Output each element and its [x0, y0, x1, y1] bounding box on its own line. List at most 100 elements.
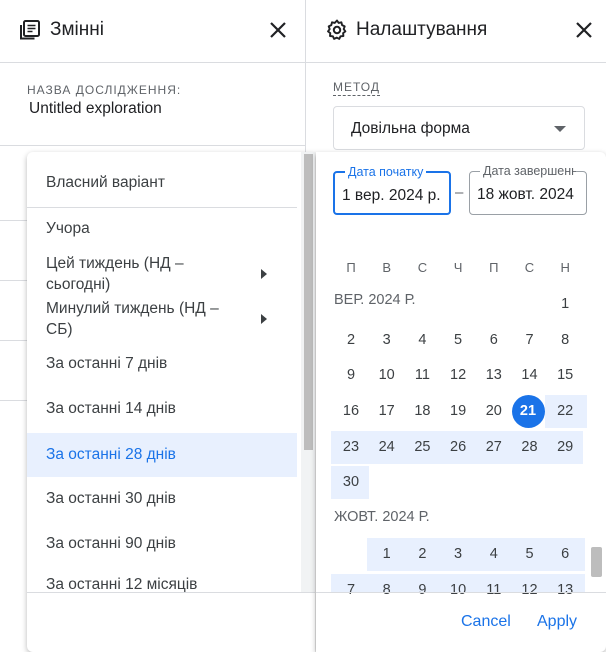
day-cell[interactable]: 5 — [512, 538, 548, 571]
start-date-label: Дата початку — [345, 165, 427, 179]
day-cell[interactable]: 18 — [404, 395, 440, 428]
method-select[interactable]: Довільна форма — [333, 106, 585, 150]
menu-item-label: Цей тиждень (НД – сьогодні) — [46, 255, 184, 293]
day-cell[interactable]: 11 — [476, 574, 512, 607]
menu-item-label: За останні 30 днів — [46, 490, 176, 507]
day-cell[interactable]: 6 — [547, 538, 583, 571]
exploration-name-input[interactable]: Untitled exploration — [29, 100, 162, 118]
day-cell[interactable]: 1 — [547, 288, 583, 321]
day-cell[interactable]: 13 — [476, 359, 512, 392]
day-cell[interactable]: 4 — [404, 324, 440, 357]
menu-item-this-week[interactable]: Цей тиждень (НД – сьогодні) — [27, 252, 297, 296]
menu-item-last-week[interactable]: Минулий тиждень (НД – СБ) — [27, 297, 297, 341]
cancel-button[interactable]: Cancel — [461, 613, 511, 631]
day-cell[interactable]: 26 — [440, 431, 476, 464]
day-cell[interactable]: 10 — [440, 574, 476, 607]
method-label: МЕТОД — [333, 80, 380, 96]
day-cell[interactable]: 25 — [404, 431, 440, 464]
end-date-value: 18 жовт. 2024 р. — [477, 186, 579, 203]
menu-scrollbar-thumb[interactable] — [304, 154, 313, 450]
day-cell[interactable]: 22 — [547, 395, 583, 428]
day-cell[interactable]: 17 — [369, 395, 405, 428]
settings-title: Налаштування — [356, 19, 488, 40]
chevron-down-icon — [554, 126, 566, 132]
weekday-label: Ч — [453, 260, 463, 275]
exploration-name-label: НАЗВА ДОСЛІДЖЕННЯ: — [27, 83, 182, 97]
day-cell[interactable]: 6 — [476, 324, 512, 357]
chevron-right-icon — [261, 314, 267, 324]
day-cell[interactable]: 2 — [333, 324, 369, 357]
close-icon[interactable] — [572, 18, 596, 42]
day-cell[interactable]: 30 — [333, 466, 369, 499]
start-date-field[interactable]: Дата початку 1 вер. 2024 р. — [333, 165, 451, 215]
day-cell[interactable]: 10 — [369, 359, 405, 392]
end-date-label: Дата завершення — [480, 164, 576, 178]
method-select-value: Довільна форма — [351, 120, 470, 137]
weekday-label: П — [346, 260, 356, 275]
menu-divider — [27, 207, 297, 208]
chevron-right-icon — [261, 269, 267, 279]
day-cell[interactable]: 29 — [547, 431, 583, 464]
day-cell[interactable]: 4 — [476, 538, 512, 571]
menu-item-yesterday[interactable]: Учора — [27, 214, 297, 244]
divider — [0, 340, 27, 341]
day-cell[interactable]: 28 — [512, 431, 548, 464]
calendar-scrollbar-thumb[interactable] — [591, 547, 602, 577]
day-cell[interactable]: 8 — [369, 574, 405, 607]
day-cell[interactable]: 14 — [512, 359, 548, 392]
day-cell[interactable]: 27 — [476, 431, 512, 464]
menu-footer-divider — [27, 592, 315, 593]
day-cell[interactable]: 2 — [404, 538, 440, 571]
menu-item-label: Минулий тиждень (НД – СБ) — [46, 300, 219, 338]
date-range-dash: – — [455, 184, 464, 201]
day-cell[interactable]: 15 — [547, 359, 583, 392]
apply-button[interactable]: Apply — [537, 613, 577, 631]
day-cell[interactable]: 16 — [333, 395, 369, 428]
day-cell[interactable]: 12 — [512, 574, 548, 607]
menu-item-last-30-days[interactable]: За останні 30 днів — [27, 477, 297, 521]
menu-item-last-12-months[interactable]: За останні 12 місяців — [27, 576, 297, 596]
day-cell[interactable]: 20 — [476, 395, 512, 428]
menu-item-last-90-days[interactable]: За останні 90 днів — [27, 522, 297, 566]
day-cell[interactable]: 12 — [440, 359, 476, 392]
menu-item-last-7-days[interactable]: За останні 7 днів — [27, 342, 297, 386]
day-cell[interactable]: 1 — [369, 538, 405, 571]
divider — [0, 280, 27, 281]
menu-item-last-14-days[interactable]: За останні 14 днів — [27, 387, 297, 431]
calendar-footer-divider — [316, 592, 606, 593]
day-cell[interactable]: 19 — [440, 395, 476, 428]
close-icon[interactable] — [266, 18, 290, 42]
day-cell[interactable]: 9 — [333, 359, 369, 392]
day-cell[interactable]: 7 — [333, 574, 369, 607]
divider — [0, 145, 305, 146]
menu-item-last-28-days[interactable]: За останні 28 днів — [27, 433, 297, 477]
divider — [0, 400, 27, 401]
menu-item-label: За останні 14 днів — [46, 400, 176, 417]
menu-item-custom[interactable]: Власний варіант — [27, 166, 297, 200]
day-cell[interactable]: 9 — [404, 574, 440, 607]
start-date-value: 1 вер. 2024 р. — [342, 187, 441, 204]
day-cell[interactable]: 11 — [404, 359, 440, 392]
menu-item-label: За останні 28 днів — [46, 446, 176, 463]
panel-separator — [305, 0, 306, 152]
calendar-panel: Дата початку 1 вер. 2024 р. – Дата завер… — [316, 152, 606, 652]
variables-icon — [19, 19, 41, 41]
day-cell[interactable]: 24 — [369, 431, 405, 464]
weekday-label: С — [524, 260, 535, 275]
menu-item-label: Власний варіант — [46, 174, 165, 191]
day-cell[interactable]: 23 — [333, 431, 369, 464]
day-cell[interactable]: 5 — [440, 324, 476, 357]
menu-item-label: Учора — [46, 220, 90, 237]
date-range-menu: Власний варіант Учора Цей тиждень (НД – … — [27, 152, 315, 652]
month-label: ЖОВТ. 2024 Р. — [334, 509, 430, 525]
day-cell[interactable]: 8 — [547, 324, 583, 357]
day-cell[interactable]: 3 — [369, 324, 405, 357]
weekday-label: Н — [560, 260, 570, 275]
month-label: ВЕР. 2024 Р. — [334, 292, 416, 308]
day-cell[interactable]: 13 — [547, 574, 583, 607]
day-cell[interactable]: 7 — [512, 324, 548, 357]
divider — [0, 62, 305, 63]
selected-day[interactable]: 21 — [511, 395, 545, 428]
end-date-field[interactable]: Дата завершення 18 жовт. 2024 р. — [469, 164, 587, 215]
day-cell[interactable]: 3 — [440, 538, 476, 571]
